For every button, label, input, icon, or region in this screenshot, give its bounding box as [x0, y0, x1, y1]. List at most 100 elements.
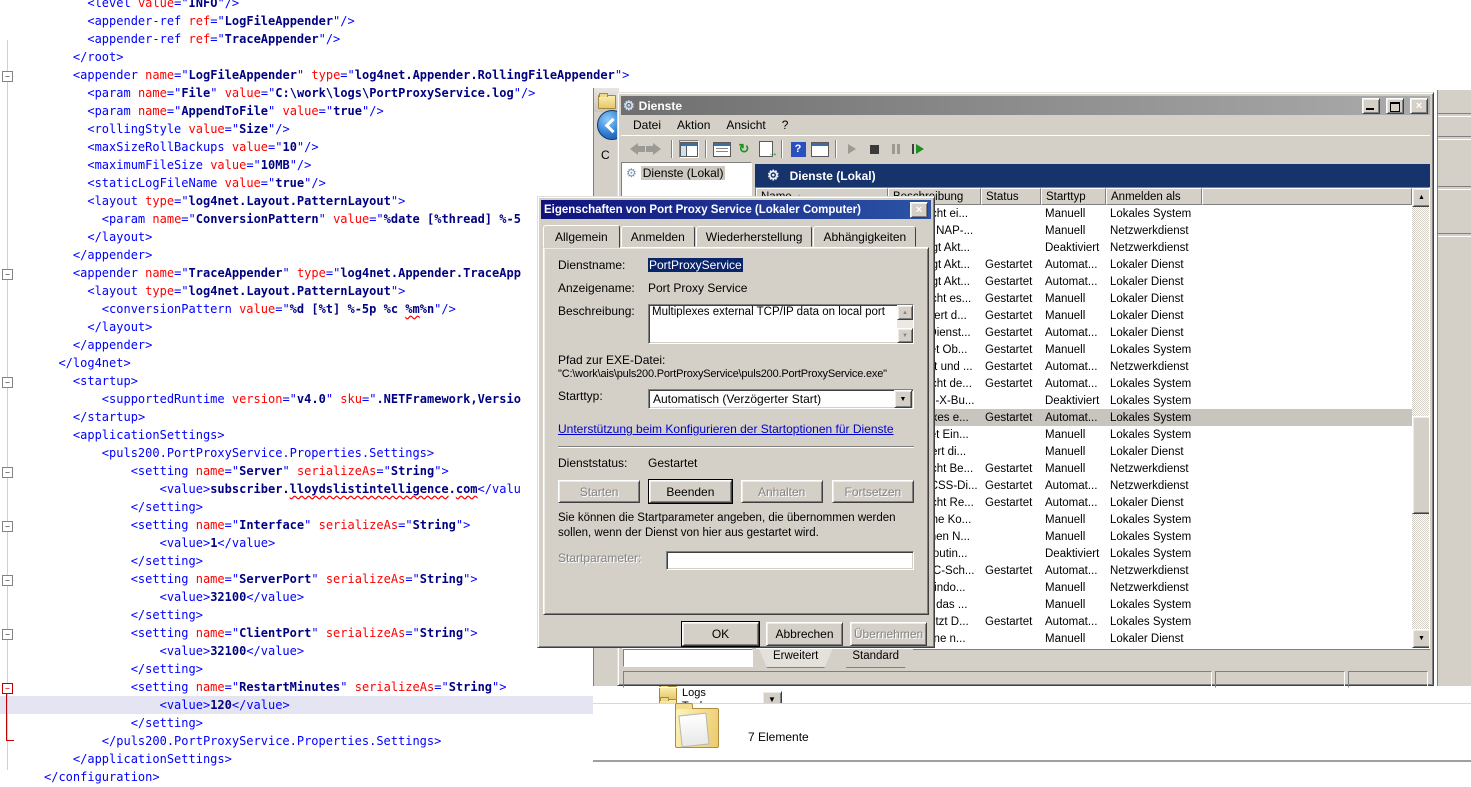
column-header-starttyp[interactable]: Starttyp — [1041, 188, 1106, 205]
explorer-folder-icon — [598, 95, 616, 109]
service-logon-as: Lokaler Dienst — [1106, 633, 1412, 645]
fold-marker-icon[interactable]: − — [2, 629, 13, 640]
dialog-titlebar[interactable]: Eigenschaften von Port Proxy Service (Lo… — [541, 200, 931, 219]
fold-marker-icon[interactable]: − — [2, 269, 13, 280]
dienstname-value[interactable]: PortProxyService — [648, 258, 743, 272]
xml-code-editor[interactable]: −−−−−−−− <level value="INFO"/> <appender… — [0, 0, 617, 787]
dialog-tabs: AllgemeinAnmeldenWiederherstellungAbhäng… — [541, 219, 931, 247]
code-line: <value>subscriber.lloydslistintelligence… — [44, 480, 617, 498]
startoptions-help-link[interactable]: Unterstützung beim Konfigurieren der Sta… — [558, 422, 894, 436]
service-logon-as: Lokaler Dienst — [1106, 293, 1412, 305]
code-line: </log4net> — [44, 354, 617, 372]
properties-icon[interactable] — [713, 141, 731, 157]
forward-icon[interactable] — [647, 141, 665, 157]
fold-marker-icon[interactable]: − — [2, 467, 13, 478]
code-line: </startup> — [44, 408, 617, 426]
dienststatus-value: Gestartet — [648, 456, 697, 470]
startparameter-input[interactable] — [666, 551, 914, 570]
starten-button[interactable]: Starten — [558, 480, 640, 503]
menu-item-[interactable]: ? — [774, 116, 797, 134]
beschreibung-text: Multiplexes external TCP/IP data on loca… — [649, 305, 897, 343]
screen: −−−−−−−− <level value="INFO"/> <appender… — [0, 0, 1471, 787]
anhalten-button[interactable]: Anhalten — [741, 480, 823, 503]
toolbar-separator — [781, 140, 783, 158]
menu-item-aktion[interactable]: Aktion — [669, 116, 718, 134]
element-count: 7 Elemente — [748, 730, 809, 744]
toolbar-separator — [671, 140, 673, 158]
scroll-up-icon[interactable]: ▲ — [897, 305, 913, 320]
tree-pane-footer — [623, 649, 753, 667]
dialog-close-icon[interactable]: × — [910, 202, 928, 218]
view-tab-erweitert[interactable]: Erweitert — [759, 649, 832, 668]
ok-button[interactable]: OK — [682, 622, 759, 646]
anzeigename-value[interactable]: Port Proxy Service — [648, 281, 747, 295]
service-status: Gestartet — [981, 344, 1041, 356]
service-logon-as: Netzwerkdienst — [1106, 242, 1412, 254]
maximize-button[interactable] — [1386, 98, 1404, 114]
code-line: </setting> — [44, 606, 617, 624]
pfad-label: Pfad zur EXE-Datei: — [558, 353, 914, 367]
vertical-scrollbar[interactable]: ▲ ▼ — [1412, 188, 1429, 648]
service-logon-as: Netzwerkdienst — [1106, 480, 1412, 492]
pause-service-icon[interactable] — [887, 141, 905, 157]
scroll-up-icon[interactable]: ▲ — [1412, 188, 1430, 207]
restart-service-icon[interactable] — [909, 141, 927, 157]
service-status: Gestartet — [981, 565, 1041, 577]
scrollbar-thumb[interactable] — [1412, 416, 1430, 514]
window-title: Dienste — [639, 99, 682, 113]
start-service-icon[interactable] — [843, 141, 861, 157]
column-header-status[interactable]: Status — [981, 188, 1041, 205]
services-app-icon: ⚙ — [623, 99, 635, 112]
fold-marker-icon[interactable]: − — [2, 683, 13, 694]
export-list-icon[interactable] — [757, 141, 775, 157]
show-console-tree-icon[interactable] — [679, 140, 699, 158]
stop-service-icon[interactable] — [865, 141, 883, 157]
extended-view-icon[interactable] — [811, 141, 829, 157]
beschreibung-scrollbar[interactable]: ▲ ▼ — [897, 305, 913, 343]
abbrechen-button[interactable]: Abbrechen — [766, 622, 843, 646]
column-header-anmeldenals[interactable]: Anmelden als — [1106, 188, 1202, 205]
dialog-tab-wiederherstellung[interactable]: Wiederherstellung — [696, 226, 813, 247]
code-line: </configuration> — [44, 768, 617, 786]
menu-item-ansicht[interactable]: Ansicht — [718, 116, 773, 134]
bernehmen-button[interactable]: Übernehmen — [850, 622, 927, 646]
code-line: <setting name="RestartMinutes" serialize… — [44, 678, 617, 696]
dialog-tab-allgemein[interactable]: Allgemein — [543, 225, 620, 248]
fold-marker-icon[interactable]: − — [2, 575, 13, 586]
fold-marker-icon[interactable]: − — [2, 377, 13, 388]
statusbar-panel — [1215, 671, 1345, 688]
explorer-right-edge — [1437, 90, 1471, 712]
beschreibung-field[interactable]: Multiplexes external TCP/IP data on loca… — [648, 304, 914, 344]
scroll-down-icon[interactable]: ▼ — [897, 328, 913, 343]
back-icon[interactable] — [625, 141, 643, 157]
close-button[interactable]: × — [1410, 98, 1428, 114]
code-line: </setting> — [44, 660, 617, 678]
view-tab-standard[interactable]: Standard — [838, 649, 913, 668]
beenden-button[interactable]: Beenden — [649, 480, 731, 503]
menu-item-datei[interactable]: Datei — [625, 116, 669, 134]
code-line: </layout> — [44, 318, 617, 336]
starttyp-combobox[interactable]: Automatisch (Verzögerter Start) ▼ — [648, 389, 914, 409]
service-starttype: Manuell — [1041, 225, 1106, 237]
services-node-icon: ⚙ — [626, 167, 637, 179]
help-icon[interactable]: ? — [789, 141, 807, 157]
code-line: <applicationSettings> — [44, 426, 617, 444]
scroll-down-icon[interactable]: ▼ — [1412, 629, 1430, 648]
service-starttype: Automat... — [1041, 378, 1106, 390]
fortsetzen-button[interactable]: Fortsetzen — [832, 480, 914, 503]
combo-dropdown-icon[interactable]: ▼ — [894, 390, 912, 408]
dialog-tab-abhngigkeiten[interactable]: Abhängigkeiten — [813, 226, 916, 247]
minimize-button[interactable] — [1362, 98, 1380, 114]
folder-large-icon — [675, 708, 719, 748]
dialog-tab-anmelden[interactable]: Anmelden — [621, 226, 695, 247]
fold-marker-icon[interactable]: − — [2, 521, 13, 532]
service-logon-as: Lokales System — [1106, 378, 1412, 390]
service-logon-as: Netzwerkdienst — [1106, 463, 1412, 475]
tree-item-dienste-lokal[interactable]: ⚙ Dienste (Lokal) — [624, 165, 749, 181]
service-control-buttons: Starten Beenden Anhalten Fortsetzen — [558, 480, 914, 503]
dienststatus-label: Dienststatus: — [558, 456, 648, 470]
code-line: <appender-ref ref="TraceAppender"/> — [44, 30, 617, 48]
refresh-icon[interactable]: ↻ — [735, 141, 753, 157]
fold-marker-icon[interactable]: − — [2, 71, 13, 82]
services-titlebar[interactable]: ⚙ Dienste × — [621, 96, 1430, 115]
